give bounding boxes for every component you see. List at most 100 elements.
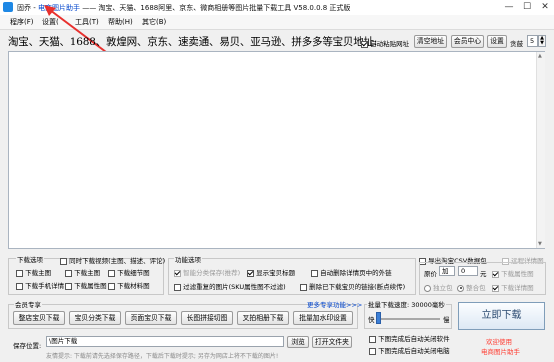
watermark-button[interactable]: 批量加水印设置 bbox=[293, 311, 353, 325]
filter-duplicate-checkbox[interactable] bbox=[174, 283, 181, 291]
auto-paste-label: 自动粘贴网址 bbox=[370, 40, 410, 48]
show-title-option[interactable]: 显示宝贝标题 bbox=[247, 267, 295, 277]
album-download-button[interactable]: 叉拍相册下载 bbox=[237, 311, 289, 325]
url-textarea[interactable] bbox=[8, 51, 545, 249]
menu-other[interactable]: 其它(B) bbox=[142, 17, 166, 27]
download-video-option[interactable]: 同时下载视频(主图、描述、评论) bbox=[60, 255, 165, 265]
welcome-line-1: 欢迎使用 bbox=[486, 338, 512, 346]
member-center-button[interactable]: 会员中心 bbox=[451, 35, 484, 48]
maximize-button[interactable]: ☐ bbox=[518, 0, 536, 15]
auto-close-app-option[interactable]: 下图完成后自动关闭软件 bbox=[369, 333, 450, 343]
merge-pack-radio[interactable] bbox=[457, 284, 464, 292]
title-prefix: 固乔 - bbox=[17, 4, 38, 12]
download-detail-checkbox[interactable] bbox=[108, 269, 115, 277]
settings-button[interactable]: 设置 bbox=[487, 35, 507, 48]
download-detail-label: 下载细节图 bbox=[117, 269, 150, 277]
tip-text: 友情提示: 下载前请先选择保存路径，下载后下载时提示; 另存为网店上将不下载的图… bbox=[46, 353, 279, 360]
menu-program[interactable]: 程序(F) bbox=[10, 17, 34, 27]
price-value-input[interactable]: 0 bbox=[458, 266, 478, 276]
download-material-checkbox[interactable] bbox=[108, 282, 115, 290]
long-image-button[interactable]: 长图拼接切图 bbox=[181, 311, 233, 325]
csv-detail-option[interactable]: 下载详情图 bbox=[492, 282, 534, 292]
open-folder-button[interactable]: 打开文件夹 bbox=[312, 336, 352, 348]
scroll-up-icon[interactable]: ▲ bbox=[538, 53, 542, 59]
download-material-option[interactable]: 下载材料图 bbox=[108, 280, 150, 290]
speed-fast-label: 快 bbox=[368, 316, 375, 324]
filter-duplicate-option[interactable]: 过滤重复的图片(SKU属性图不过滤) bbox=[174, 281, 286, 291]
speed-slider-track[interactable] bbox=[378, 318, 440, 320]
price-label: 原价 bbox=[424, 270, 437, 278]
browse-button[interactable]: 浏览 bbox=[287, 336, 309, 348]
filter-duplicate-label: 过滤重复的图片(SKU属性图不过滤) bbox=[183, 283, 286, 291]
download-main-label-2: 下载主图 bbox=[74, 269, 101, 277]
speed-legend: 批量下载速度: 30000毫秒 bbox=[367, 299, 446, 309]
download-video-checkbox[interactable] bbox=[60, 257, 67, 265]
page-download-button[interactable]: 页面宝贝下载 bbox=[125, 311, 177, 325]
csv-sku-option[interactable]: 下载属性图 bbox=[492, 268, 534, 278]
independent-pack-option[interactable]: 独立包 bbox=[424, 282, 453, 292]
minimize-button[interactable]: — bbox=[500, 0, 518, 15]
function-options-legend: 功能选项 bbox=[174, 254, 202, 264]
download-mobile-checkbox[interactable] bbox=[16, 282, 23, 290]
auto-paste-option[interactable]: 自动粘贴网址 bbox=[361, 38, 409, 48]
merge-pack-option[interactable]: 整合包 bbox=[457, 282, 486, 292]
independent-pack-radio[interactable] bbox=[424, 284, 431, 292]
show-title-label: 显示宝贝标题 bbox=[256, 269, 296, 277]
platforms-label: 淘宝、天猫、1688、敦煌网、京东、速卖通、易贝、亚马逊、拼多多等宝贝地址: bbox=[8, 36, 378, 48]
url-scrollbar[interactable]: ▲ ▼ bbox=[536, 52, 545, 248]
title-suffix: —— 淘宝、天猫、1688阿里、京东、微商相册等图片批量下载工具 V58.0.0… bbox=[79, 4, 351, 12]
member-legend: 会员专享 bbox=[14, 299, 42, 309]
remove-links-checkbox[interactable] bbox=[311, 269, 318, 277]
download-sku-option[interactable]: 下载属性图 bbox=[65, 280, 107, 290]
merge-pack-label: 整合包 bbox=[466, 284, 486, 292]
delete-downloaded-label: 删除已下载宝贝的链接(断点续传) bbox=[309, 283, 406, 291]
auto-close-app-checkbox[interactable] bbox=[369, 335, 376, 343]
auto-shutdown-checkbox[interactable] bbox=[369, 347, 376, 355]
smart-save-label: 智能分类保存(推荐) bbox=[183, 269, 241, 277]
smart-save-option[interactable]: 智能分类保存(推荐) bbox=[174, 267, 240, 277]
download-main-checkbox[interactable] bbox=[16, 269, 23, 277]
independent-pack-label: 独立包 bbox=[433, 284, 453, 292]
csv-sku-checkbox[interactable] bbox=[492, 270, 499, 278]
category-download-button[interactable]: 宝贝分类下载 bbox=[69, 311, 121, 325]
threads-input[interactable]: 5 bbox=[527, 35, 538, 47]
download-video-label: 同时下载视频(主图、描述、评论) bbox=[69, 257, 166, 265]
price-op-select[interactable]: 加 bbox=[439, 266, 455, 276]
scroll-down-icon[interactable]: ▼ bbox=[538, 241, 542, 247]
threads-stepper[interactable]: ▲ ▼ bbox=[538, 35, 546, 47]
download-options-legend: 下载选项 bbox=[16, 254, 44, 264]
auto-paste-checkbox[interactable] bbox=[361, 40, 368, 48]
threads-label: 贪鼓 bbox=[510, 40, 523, 48]
app-icon bbox=[3, 2, 13, 12]
csv-detail-label: 下载详情图 bbox=[501, 284, 534, 292]
more-features-link[interactable]: 更多专享功能>>> bbox=[307, 299, 362, 309]
download-now-button[interactable]: 立即下载 bbox=[458, 302, 545, 330]
delete-downloaded-checkbox[interactable] bbox=[300, 283, 307, 291]
download-mobile-option[interactable]: 下载手机详情 bbox=[16, 280, 64, 290]
close-button[interactable]: ✕ bbox=[536, 0, 554, 15]
auto-shutdown-option[interactable]: 下图完成后自动关闭电脑 bbox=[369, 345, 450, 355]
show-title-checkbox[interactable] bbox=[247, 269, 254, 277]
delete-downloaded-option[interactable]: 删除已下载宝贝的链接(断点续传) bbox=[300, 281, 405, 291]
remove-links-label: 自动删除详情页中的外链 bbox=[320, 269, 392, 277]
speed-slider-thumb[interactable] bbox=[376, 312, 381, 324]
download-sku-label: 下载属性图 bbox=[74, 282, 107, 290]
shop-download-button[interactable]: 整店宝贝下载 bbox=[13, 311, 65, 325]
download-main-checkbox-2[interactable] bbox=[65, 269, 72, 277]
download-sku-checkbox[interactable] bbox=[65, 282, 72, 290]
download-main-option[interactable]: 下载主图 bbox=[16, 267, 51, 277]
download-main-option-2[interactable]: 下载主图 bbox=[65, 267, 100, 277]
download-detail-option[interactable]: 下载细节图 bbox=[108, 267, 150, 277]
auto-close-app-label: 下图完成后自动关闭软件 bbox=[378, 335, 450, 343]
auto-shutdown-label: 下图完成后自动关闭电脑 bbox=[378, 347, 450, 355]
clear-address-button[interactable]: 清空地址 bbox=[414, 35, 447, 48]
save-path-input[interactable]: \图片下载 bbox=[46, 336, 284, 347]
menu-help[interactable]: 帮助(H) bbox=[108, 17, 133, 27]
remove-links-option[interactable]: 自动删除详情页中的外链 bbox=[311, 267, 392, 277]
speed-slow-label: 慢 bbox=[443, 316, 450, 324]
csv-detail-checkbox[interactable] bbox=[492, 284, 499, 292]
download-mobile-label: 下载手机详情 bbox=[25, 282, 65, 290]
smart-save-checkbox[interactable] bbox=[174, 269, 181, 277]
save-location-label: 保存位置: bbox=[13, 342, 42, 350]
download-material-label: 下载材料图 bbox=[117, 282, 150, 290]
